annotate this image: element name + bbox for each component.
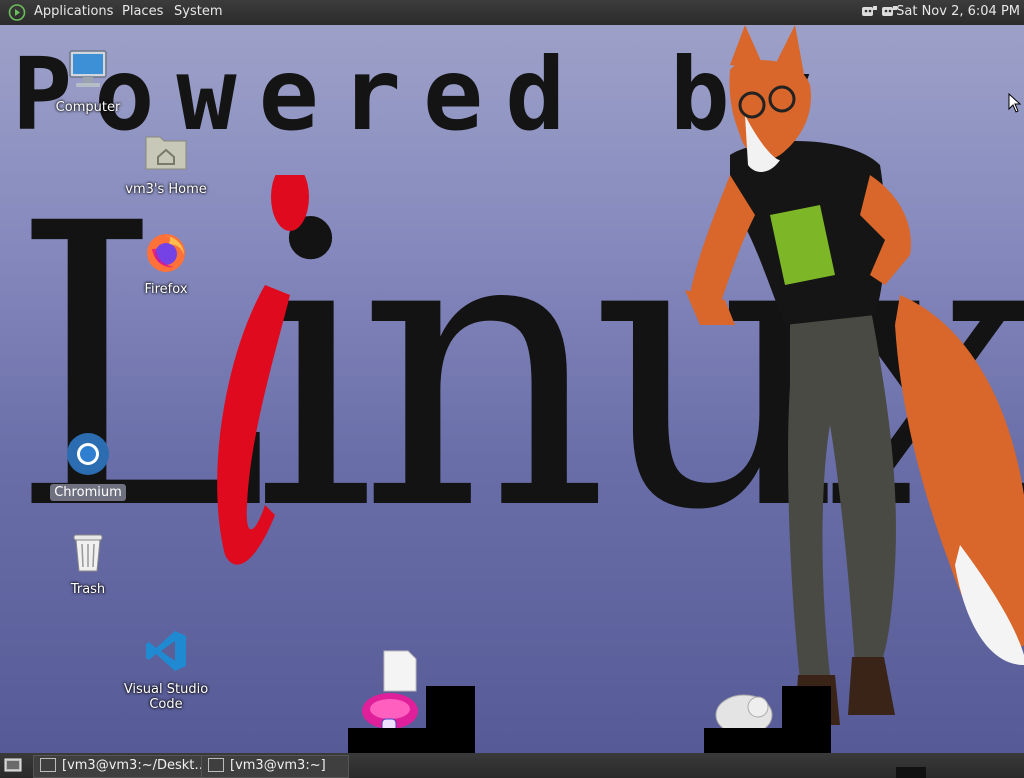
applications-menu-icon[interactable]: [8, 4, 26, 21]
workspace-switcher[interactable]: [896, 767, 926, 778]
black-window-fragment: [704, 728, 831, 753]
computer-label: Computer: [55, 100, 121, 115]
chromium-desktop-icon[interactable]: Chromium: [33, 430, 143, 501]
computer-icon: [69, 50, 107, 87]
vscode-desktop-icon[interactable]: Visual Studio Code: [111, 627, 221, 713]
black-window-fragment: [348, 728, 475, 753]
show-desktop-icon[interactable]: [4, 757, 22, 773]
firefox-icon: [147, 234, 185, 272]
terminal-icon: [40, 757, 56, 772]
vscode-icon: [146, 631, 186, 671]
top-panel: Applications Places System Sat Nov 2, 6:…: [0, 0, 1024, 25]
wallpaper-fox-character: [685, 25, 1024, 725]
clock[interactable]: Sat Nov 2, 6:04 PM: [896, 4, 1020, 19]
trash-icon: [73, 534, 103, 572]
home-folder-desktop-icon[interactable]: vm3's Home: [111, 127, 221, 198]
task-label: [vm3@vm3:~]: [230, 758, 326, 773]
bottom-panel: [vm3@vm3:~/Deskt… [vm3@vm3:~]: [0, 753, 1024, 778]
task-label: [vm3@vm3:~/Deskt…: [62, 758, 203, 773]
vscode-label: Visual Studio Code: [123, 682, 209, 712]
mouse-cursor-icon: [1008, 93, 1022, 113]
terminal-icon: [208, 757, 224, 772]
desktop[interactable]: Powered by Linux Computer vm3's Home Fir…: [0, 25, 1024, 753]
trash-desktop-icon[interactable]: Trash: [33, 527, 143, 598]
network-status-icon[interactable]: [861, 3, 878, 20]
trash-label: Trash: [70, 582, 106, 597]
places-menu[interactable]: Places: [122, 4, 163, 19]
firefox-desktop-icon[interactable]: Firefox: [111, 227, 221, 298]
applications-menu[interactable]: Applications: [34, 4, 113, 19]
home-folder-icon: [145, 136, 187, 170]
system-menu[interactable]: System: [174, 4, 222, 19]
taskbar-terminal-desktop[interactable]: [vm3@vm3:~/Deskt…: [33, 755, 203, 778]
computer-desktop-icon[interactable]: Computer: [33, 45, 143, 116]
firefox-label: Firefox: [144, 282, 188, 297]
taskbar-terminal-home[interactable]: [vm3@vm3:~]: [201, 755, 349, 778]
chromium-label: Chromium: [50, 484, 126, 501]
chromium-icon: [67, 433, 109, 475]
home-folder-label: vm3's Home: [125, 182, 207, 197]
